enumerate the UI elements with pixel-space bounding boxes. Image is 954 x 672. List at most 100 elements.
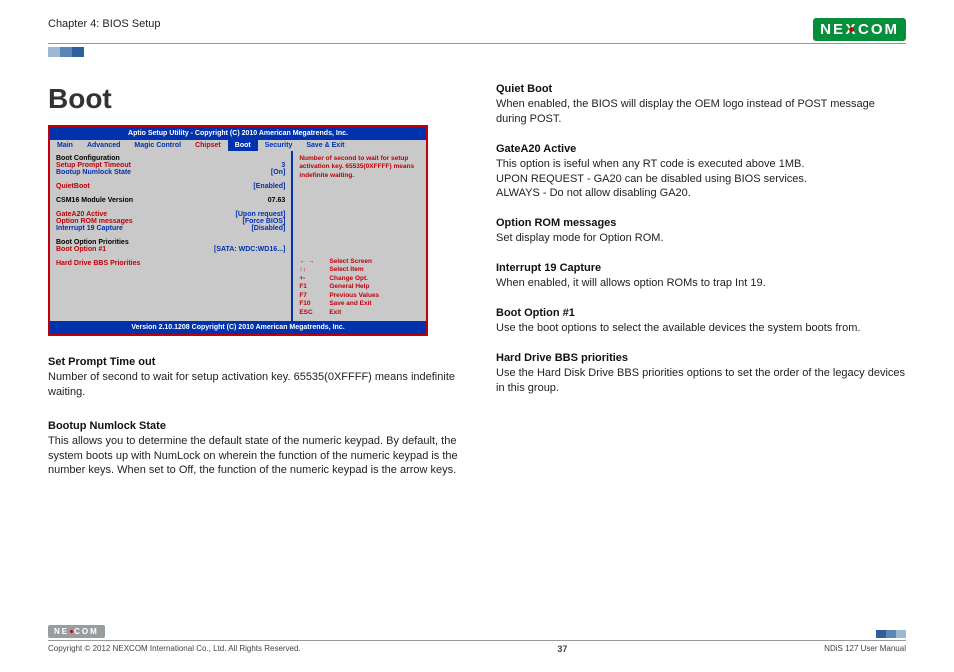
bios-row xyxy=(56,190,285,197)
page-number: 37 xyxy=(557,644,567,654)
bios-row-label xyxy=(56,232,58,239)
page-title: Boot xyxy=(48,83,458,115)
right-column: Quiet Boot When enabled, the BIOS will di… xyxy=(496,83,906,494)
description-heading: GateA20 Active xyxy=(496,143,906,155)
bios-key: ESC xyxy=(299,309,329,317)
bios-row[interactable]: Option ROM messages[Force BIOS] xyxy=(56,218,285,225)
bios-help-panel: Number of second to wait for setup activ… xyxy=(293,151,426,321)
bios-row-value: 3 xyxy=(281,162,285,169)
manual-name: NDiS 127 User Manual xyxy=(824,644,906,654)
bios-footer: Version 2.10.1208 Copyright (C) 2010 Ame… xyxy=(50,321,426,334)
bios-row-label xyxy=(56,176,58,183)
bios-key-row: ESCExit xyxy=(299,309,420,317)
description-text: Use the Hard Disk Drive BBS priorities o… xyxy=(496,366,906,396)
footer-logo: NECOM xyxy=(48,625,105,638)
bios-key: +- xyxy=(299,275,329,283)
bios-settings-panel: Boot ConfigurationSetup Prompt Timeout3B… xyxy=(50,151,293,321)
description-block: Bootup Numlock StateThis allows you to d… xyxy=(48,420,458,479)
bios-row-value: [SATA: WDC:WD16...] xyxy=(214,246,285,253)
bios-row-label: Boot Option #1 xyxy=(56,246,106,253)
bios-key: ↑↓ xyxy=(299,266,329,274)
left-column: Boot Aptio Setup Utility - Copyright (C)… xyxy=(48,83,458,494)
bios-key-row: ← →Select Screen xyxy=(299,258,420,266)
bios-key: F7 xyxy=(299,292,329,300)
bios-key-desc: Select Screen xyxy=(329,258,372,266)
bios-row[interactable]: Boot Option #1 [SATA: WDC:WD16...] xyxy=(56,246,285,253)
description-text: Set display mode for Option ROM. xyxy=(496,231,906,246)
nexcom-logo: NEXCOM xyxy=(813,18,906,41)
chapter-label: Chapter 4: BIOS Setup xyxy=(48,18,161,30)
bios-key-row: F10Save and Exit xyxy=(299,300,420,308)
bios-row-label: QuietBoot xyxy=(56,183,90,190)
bios-key-row: ↑↓Select Item xyxy=(299,266,420,274)
left-descriptions: Set Prompt Time out Number of second to w… xyxy=(48,356,458,478)
description-block: Set Prompt Time out Number of second to w… xyxy=(48,356,458,400)
bios-row[interactable]: GateA20 Active[Upon request] xyxy=(56,211,285,218)
bios-row[interactable]: Boot Option Priorities xyxy=(56,239,285,246)
description-heading: Set Prompt Time out xyxy=(48,356,458,368)
description-text: Use the boot options to select the avail… xyxy=(496,321,906,336)
bios-key-legend: ← →Select Screen↑↓Select Item+-Change Op… xyxy=(299,258,420,317)
bios-row-value: [Disabled] xyxy=(251,225,285,232)
bios-row[interactable]: Interrupt 19 Capture [Disabled] xyxy=(56,225,285,232)
bios-row[interactable]: Boot Configuration xyxy=(56,155,285,162)
bios-row-label: CSM16 Module Version xyxy=(56,197,133,204)
bios-row[interactable]: Hard Drive BBS Priorities xyxy=(56,260,285,267)
bios-row-label: Interrupt 19 Capture xyxy=(56,225,123,232)
page-header: Chapter 4: BIOS Setup NEXCOM xyxy=(48,18,906,44)
bios-tab-boot[interactable]: Boot xyxy=(228,140,258,151)
bios-tab-advanced[interactable]: Advanced xyxy=(80,140,127,151)
bios-row[interactable]: QuietBoot [Enabled] xyxy=(56,183,285,190)
bios-row-value: [On] xyxy=(271,169,285,176)
bios-key-row: F7Previous Values xyxy=(299,292,420,300)
bios-row xyxy=(56,253,285,260)
bios-row-label: Bootup Numlock State xyxy=(56,169,131,176)
bios-row-label: Setup Prompt Timeout xyxy=(56,162,131,169)
bios-row-label: Boot Option Priorities xyxy=(56,239,129,246)
page-footer: NECOM Copyright © 2012 NEXCOM Internatio… xyxy=(48,625,906,654)
description-heading: Option ROM messages xyxy=(496,217,906,229)
bios-key: F10 xyxy=(299,300,329,308)
bios-key-desc: Change Opt. xyxy=(329,275,368,283)
bios-key-desc: Select Item xyxy=(329,266,363,274)
bios-key-row: +-Change Opt. xyxy=(299,275,420,283)
bios-row-label xyxy=(56,204,58,211)
footer-decor xyxy=(876,630,906,638)
bios-key: ← → xyxy=(299,258,329,266)
bios-row xyxy=(56,232,285,239)
bios-row[interactable]: CSM16 Module Version07.63 xyxy=(56,197,285,204)
description-heading: Quiet Boot xyxy=(496,83,906,95)
bios-row[interactable]: Setup Prompt Timeout 3 xyxy=(56,162,285,169)
bios-row-value: [Upon request] xyxy=(236,211,286,218)
bios-help-text: Number of second to wait for setup activ… xyxy=(299,155,420,180)
description-text: Number of second to wait for setup activ… xyxy=(48,370,458,400)
bios-row xyxy=(56,176,285,183)
bios-key-desc: Exit xyxy=(329,309,341,317)
bios-tab-main[interactable]: Main xyxy=(50,140,80,151)
bios-tab-security[interactable]: Security xyxy=(258,140,300,151)
bios-tab-save-exit[interactable]: Save & Exit xyxy=(299,140,351,151)
bios-row xyxy=(56,204,285,211)
bios-tabs: MainAdvancedMagic ControlChipsetBootSecu… xyxy=(50,140,426,151)
bios-key-row: F1General Help xyxy=(299,283,420,291)
bios-key: F1 xyxy=(299,283,329,291)
bios-row-value: [Enabled] xyxy=(253,183,285,190)
bios-row-label: Option ROM messages xyxy=(56,218,133,225)
description-heading: Hard Drive BBS priorities xyxy=(496,352,906,364)
bios-row-label: Boot Configuration xyxy=(56,155,120,162)
bios-key-desc: Save and Exit xyxy=(329,300,371,308)
description-text: This option is iseful when any RT code i… xyxy=(496,157,906,202)
bios-screenshot: Aptio Setup Utility - Copyright (C) 2010… xyxy=(48,125,428,336)
header-decor xyxy=(48,47,906,57)
bios-row-label xyxy=(56,190,58,197)
description-heading: Bootup Numlock State xyxy=(48,420,458,432)
bios-row-label xyxy=(56,253,58,260)
bios-tab-magic-control[interactable]: Magic Control xyxy=(127,140,188,151)
copyright-text: Copyright © 2012 NEXCOM International Co… xyxy=(48,644,301,654)
bios-key-desc: Previous Values xyxy=(329,292,379,300)
bios-tab-chipset[interactable]: Chipset xyxy=(188,140,228,151)
bios-row[interactable]: Bootup Numlock State [On] xyxy=(56,169,285,176)
description-text: When enabled, the BIOS will display the … xyxy=(496,97,906,127)
description-heading: Interrupt 19 Capture xyxy=(496,262,906,274)
description-heading: Boot Option #1 xyxy=(496,307,906,319)
